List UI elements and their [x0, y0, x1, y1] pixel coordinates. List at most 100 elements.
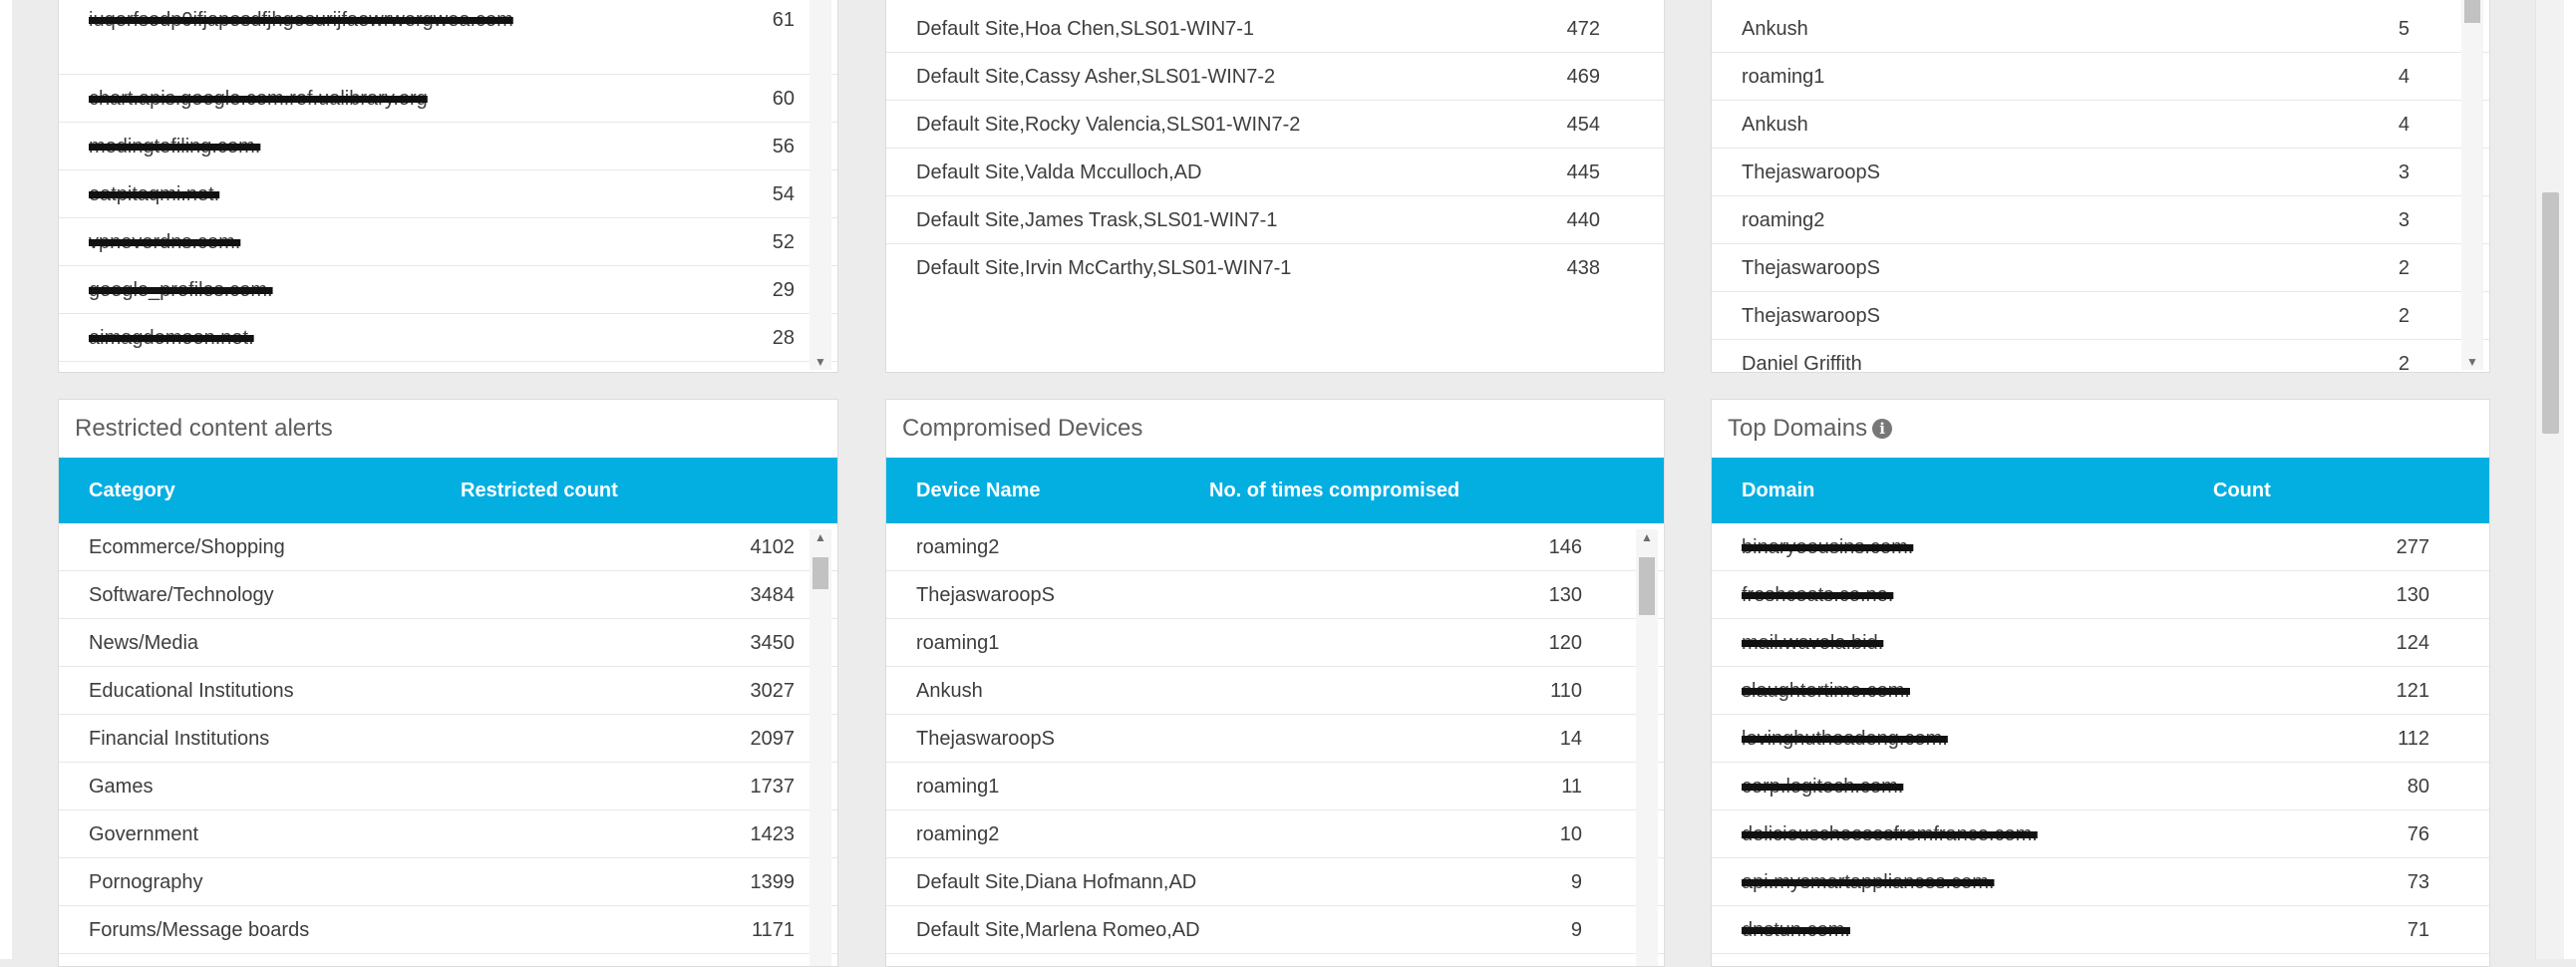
table-row[interactable]: Forums/Message boards 1171 [59, 906, 837, 954]
table-row[interactable]: vpnevordns.com. 52 [59, 218, 837, 266]
table-row[interactable]: mail.wavela.bid. 124 [1712, 619, 2489, 667]
top-users-scrollbar[interactable]: ▼ [2461, 0, 2483, 370]
top-domains-list: binaryoousins.com. 277 freshcoats.co.ne. 1… [1712, 523, 2489, 966]
column-header-times-compromised[interactable]: No. of times compromised [1209, 458, 1459, 523]
page-scrollbar[interactable] [2535, 0, 2564, 959]
table-row[interactable]: api.mysmartappliances.com. 73 [1712, 858, 2489, 906]
table-row[interactable]: Financial Institutions 2097 [59, 715, 837, 763]
table-row[interactable]: Default Site,Valda Mcculloch,AD 445 [886, 149, 1664, 196]
scroll-thumb[interactable] [1639, 557, 1655, 615]
count-cell: 52 [772, 231, 795, 253]
table-row[interactable]: dnstun.com. 71 [1712, 906, 2489, 954]
scroll-down-icon[interactable]: ▼ [809, 354, 831, 370]
count-cell: 80 [2407, 776, 2429, 798]
count-cell: 130 [2396, 584, 2429, 606]
table-row[interactable]: Software/Technology 3484 [59, 571, 837, 619]
identity-cell: Default Site,Valda Mcculloch,AD [916, 161, 1202, 183]
domain-cell: lovinghutheadeng.com. [1742, 728, 1948, 750]
table-row[interactable]: Ecommerce/Shopping 4102 [59, 523, 837, 571]
table-row[interactable]: Default Site,Marlena Romeo,AD 9 [886, 906, 1664, 954]
scroll-up-icon[interactable]: ▲ [809, 529, 831, 545]
count-cell: 454 [1566, 114, 1600, 136]
domain-cell: slaughtertime.com. [1742, 680, 1910, 702]
table-row[interactable]: eatpitaqmi.net. 54 [59, 170, 837, 218]
table-row[interactable]: lovinghutheadeng.com. 112 [1712, 715, 2489, 763]
table-row[interactable]: ThejaswaroopS 130 [886, 571, 1664, 619]
table-row[interactable]: Daniel Griffith 2 [1712, 340, 2489, 373]
table-row[interactable]: Ankush 5 [1712, 5, 2489, 53]
count-cell: 146 [1548, 536, 1582, 558]
column-header-device-name[interactable]: Device Name [916, 458, 1041, 523]
url-cell: eatpitaqmi.net. [89, 183, 220, 205]
identity-cell: Default Site,James Trask,SLS01-WIN7-1 [916, 209, 1278, 231]
table-row[interactable]: ThejaswaroopS 2 [1712, 292, 2489, 340]
table-row[interactable]: Ankush 4 [1712, 101, 2489, 149]
domain-cell: deliciouscheesesfromfrance.com. [1742, 823, 2038, 845]
top-urls-scrollbar[interactable]: ▼ [809, 0, 831, 370]
compromised-scrollbar[interactable]: ▲ [1636, 529, 1658, 966]
user-cell: ThejaswaroopS [1742, 161, 1880, 183]
category-cell: Software/Technology [89, 584, 274, 606]
top-urls-list: iuqerfsodp9ifjaposdfjhgosurijfaewrwergwe… [59, 0, 837, 372]
compromised-devices-panel: Compromised Devices Device Name No. of t… [885, 399, 1665, 967]
table-row[interactable]: Default Site,Hoa Chen,SLS01-WIN7-1 472 [886, 5, 1664, 53]
column-header-count[interactable]: Count [2213, 458, 2271, 523]
table-row[interactable]: deliciouscheesesfromfrance.com. 76 [1712, 810, 2489, 858]
column-header-restricted-count[interactable]: Restricted count [461, 458, 618, 523]
table-row[interactable]: roaming1 4 [1712, 53, 2489, 101]
table-row[interactable]: medingtefiling.com. 56 [59, 123, 837, 170]
device-cell: ThejaswaroopS [916, 728, 1055, 750]
table-row[interactable]: google_profiles.com. 29 [59, 266, 837, 314]
table-row[interactable]: Pornography 1399 [59, 858, 837, 906]
table-row[interactable]: freshcoats.co.ne. 130 [1712, 571, 2489, 619]
table-row[interactable]: binaryoousins.com. 277 [1712, 523, 2489, 571]
scroll-up-icon[interactable]: ▲ [1636, 529, 1658, 545]
count-cell: 9 [1570, 919, 1582, 941]
table-row[interactable]: Ankush 110 [886, 667, 1664, 715]
scroll-down-icon[interactable]: ▼ [2461, 354, 2483, 370]
table-row[interactable]: roaming1 11 [886, 763, 1664, 810]
table-row[interactable]: iuqerfsodp9ifjaposdfjhgosurijfaewrwergwe… [59, 0, 837, 75]
info-icon[interactable]: i [1872, 419, 1893, 439]
column-header-domain[interactable]: Domain [1742, 458, 1814, 523]
table-row[interactable]: ThejaswaroopS 2 [1712, 244, 2489, 292]
table-row[interactable]: chart.apis.google.com.ref.ualibrary.org … [59, 75, 837, 123]
table-row[interactable]: Default Site,Rocky Valencia,SLS01-WIN7-2… [886, 101, 1664, 149]
page-scroll-thumb[interactable] [2542, 192, 2559, 434]
count-cell: 445 [1566, 161, 1600, 183]
domain-cell: api.mysmartappliances.com. [1742, 871, 1995, 893]
table-row[interactable]: roaming1 120 [886, 619, 1664, 667]
url-cell: iuqerfsodp9ifjaposdfjhgosurijfaewrwergwe… [89, 9, 513, 31]
table-row[interactable]: roaming2 10 [886, 810, 1664, 858]
table-row[interactable]: Default Site,James Trask,SLS01-WIN7-1 44… [886, 196, 1664, 244]
category-cell: Government [89, 823, 199, 845]
table-row[interactable]: Educational Institutions 3027 [59, 667, 837, 715]
table-row[interactable]: ThejaswaroopS 14 [886, 715, 1664, 763]
table-row[interactable]: Default Site,Cassy Asher,SLS01-WIN7-2 46… [886, 53, 1664, 101]
domain-cell: dnstun.com. [1742, 919, 1850, 941]
count-cell: 472 [1566, 18, 1600, 40]
table-row[interactable]: News/Media 3450 [59, 619, 837, 667]
scroll-thumb[interactable] [812, 557, 828, 589]
domain-cell: freshcoats.co.ne. [1742, 584, 1894, 606]
table-row[interactable]: aimagdomoon.net. 28 [59, 314, 837, 362]
table-row[interactable]: Games 1737 [59, 763, 837, 810]
count-cell: 121 [2396, 680, 2429, 702]
restricted-scrollbar[interactable]: ▲ [809, 529, 831, 966]
count-cell: 3027 [750, 680, 796, 702]
table-row[interactable]: corp.logitech.com. 80 [1712, 763, 2489, 810]
table-row[interactable]: Government 1423 [59, 810, 837, 858]
count-cell: 54 [772, 183, 795, 205]
table-row[interactable]: Default Site,Irvin McCarthy,SLS01-WIN7-1… [886, 244, 1664, 292]
column-header-category[interactable]: Category [89, 458, 175, 523]
identity-cell: Default Site,Irvin McCarthy,SLS01-WIN7-1 [916, 257, 1292, 279]
table-row[interactable]: Default Site,Diana Hofmann,AD 9 [886, 858, 1664, 906]
scroll-thumb[interactable] [2464, 0, 2480, 23]
table-row[interactable]: slaughtertime.com. 121 [1712, 667, 2489, 715]
table-row[interactable]: roaming2 146 [886, 523, 1664, 571]
table-row[interactable]: roaming2 3 [1712, 196, 2489, 244]
panel-title: Restricted content alerts [75, 415, 333, 442]
count-cell: 1399 [750, 871, 796, 893]
user-cell: Daniel Griffith [1742, 353, 1862, 373]
table-row[interactable]: ThejaswaroopS 3 [1712, 149, 2489, 196]
